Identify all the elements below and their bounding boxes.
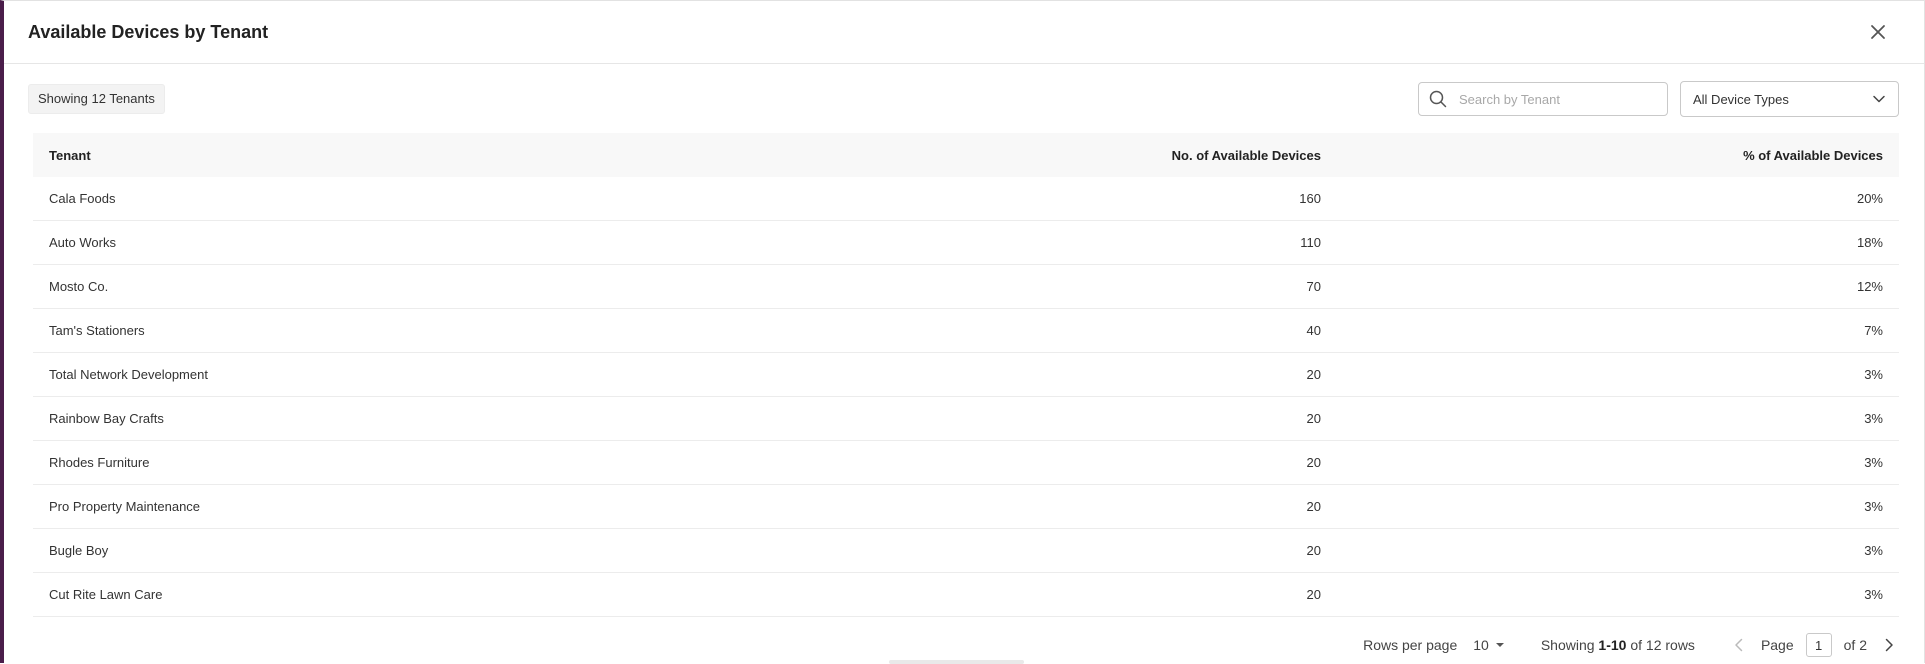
table-row[interactable]: Cala Foods 160 20% bbox=[33, 177, 1899, 221]
table-row[interactable]: Tam's Stationers 40 7% bbox=[33, 308, 1899, 353]
available-devices-percent: 20% bbox=[1337, 177, 1899, 221]
search-box[interactable] bbox=[1418, 82, 1668, 116]
available-devices-count: 20 bbox=[685, 396, 1337, 441]
page-total: of 2 bbox=[1843, 637, 1867, 653]
close-button[interactable] bbox=[1864, 18, 1892, 46]
table-row[interactable]: Rhodes Furniture 20 3% bbox=[33, 440, 1899, 485]
available-devices-percent: 12% bbox=[1337, 264, 1899, 309]
search-input[interactable] bbox=[1457, 90, 1651, 108]
device-type-select[interactable]: All Device Types bbox=[1680, 81, 1899, 117]
page-number-input[interactable] bbox=[1805, 633, 1832, 657]
close-icon bbox=[1871, 25, 1885, 39]
prev-page-button[interactable] bbox=[1729, 635, 1749, 655]
available-devices-count: 20 bbox=[685, 352, 1337, 397]
table-row[interactable]: Total Network Development 20 3% bbox=[33, 352, 1899, 397]
tenant-name: Tam's Stationers bbox=[33, 308, 685, 353]
tenant-name: Bugle Boy bbox=[33, 528, 685, 573]
available-devices-count: 20 bbox=[685, 572, 1337, 617]
available-devices-percent: 3% bbox=[1337, 484, 1899, 529]
table-row[interactable]: Pro Property Maintenance 20 3% bbox=[33, 484, 1899, 529]
available-devices-count: 70 bbox=[685, 264, 1337, 309]
tenant-name: Pro Property Maintenance bbox=[33, 484, 685, 529]
table-row[interactable]: Bugle Boy 20 3% bbox=[33, 528, 1899, 573]
tenant-name: Rainbow Bay Crafts bbox=[33, 396, 685, 441]
column-header-percent-available[interactable]: % of Available Devices bbox=[1337, 133, 1899, 177]
tenant-name: Cut Rite Lawn Care bbox=[33, 572, 685, 617]
tenant-name: Mosto Co. bbox=[33, 264, 685, 309]
rows-info-range: 1-10 bbox=[1598, 637, 1627, 653]
available-devices-count: 110 bbox=[685, 220, 1337, 265]
modal-panel: Available Devices by Tenant Showing 12 T… bbox=[0, 0, 1925, 664]
available-devices-percent: 7% bbox=[1337, 308, 1899, 353]
available-devices-count: 40 bbox=[685, 308, 1337, 353]
table-row[interactable]: Cut Rite Lawn Care 20 3% bbox=[33, 572, 1899, 617]
tenant-name: Total Network Development bbox=[33, 352, 685, 397]
rows-info-suffix: of 12 rows bbox=[1630, 637, 1695, 653]
rows-per-page-select[interactable]: 10 bbox=[1473, 637, 1505, 653]
column-header-tenant[interactable]: Tenant bbox=[33, 133, 685, 177]
available-devices-percent: 3% bbox=[1337, 352, 1899, 397]
tenant-name: Auto Works bbox=[33, 220, 685, 265]
rows-info-prefix: Showing bbox=[1540, 637, 1595, 653]
available-devices-percent: 3% bbox=[1337, 572, 1899, 617]
rows-per-page-value: 10 bbox=[1473, 637, 1489, 653]
rows-per-page-label: Rows per page bbox=[1363, 637, 1458, 653]
rows-range-info: Showing 1-10 of 12 rows bbox=[1541, 637, 1695, 653]
toolbar: Showing 12 Tenants All Device Types bbox=[28, 81, 1899, 117]
available-devices-percent: 3% bbox=[1337, 528, 1899, 573]
search-icon bbox=[1429, 90, 1447, 108]
chevron-left-icon bbox=[1735, 638, 1743, 652]
caret-down-icon bbox=[1495, 643, 1504, 647]
available-devices-percent: 3% bbox=[1337, 396, 1899, 441]
filters: All Device Types bbox=[1418, 81, 1899, 117]
table-row[interactable]: Auto Works 110 18% bbox=[33, 220, 1899, 265]
table-header-row: Tenant No. of Available Devices % of Ava… bbox=[33, 133, 1899, 177]
table-row[interactable]: Rainbow Bay Crafts 20 3% bbox=[33, 396, 1899, 441]
pagination-footer: Rows per page 10 Showing 1-10 of 12 rows… bbox=[1363, 633, 1899, 657]
tenant-name: Rhodes Furniture bbox=[33, 440, 685, 485]
available-devices-count: 160 bbox=[685, 177, 1337, 221]
tenant-count-badge: Showing 12 Tenants bbox=[28, 84, 165, 114]
available-devices-count: 20 bbox=[685, 440, 1337, 485]
table-row[interactable]: Mosto Co. 70 12% bbox=[33, 264, 1899, 309]
chevron-down-icon bbox=[1873, 95, 1885, 103]
next-page-button[interactable] bbox=[1879, 635, 1899, 655]
horizontal-scrollbar[interactable] bbox=[889, 660, 1024, 664]
chevron-right-icon bbox=[1885, 638, 1893, 652]
available-devices-percent: 18% bbox=[1337, 220, 1899, 265]
tenant-table: Tenant No. of Available Devices % of Ava… bbox=[33, 133, 1899, 617]
modal-header: Available Devices by Tenant bbox=[4, 1, 1924, 64]
tenant-table-wrap: Tenant No. of Available Devices % of Ava… bbox=[33, 133, 1899, 617]
tenant-name: Cala Foods bbox=[33, 177, 685, 221]
available-devices-count: 20 bbox=[685, 484, 1337, 529]
available-devices-percent: 3% bbox=[1337, 440, 1899, 485]
page-label: Page bbox=[1760, 637, 1794, 653]
pager: Page of 2 bbox=[1729, 633, 1899, 657]
device-type-selected: All Device Types bbox=[1693, 91, 1789, 107]
available-devices-count: 20 bbox=[685, 528, 1337, 573]
page-title: Available Devices by Tenant bbox=[28, 21, 269, 42]
column-header-available-devices[interactable]: No. of Available Devices bbox=[685, 133, 1337, 177]
